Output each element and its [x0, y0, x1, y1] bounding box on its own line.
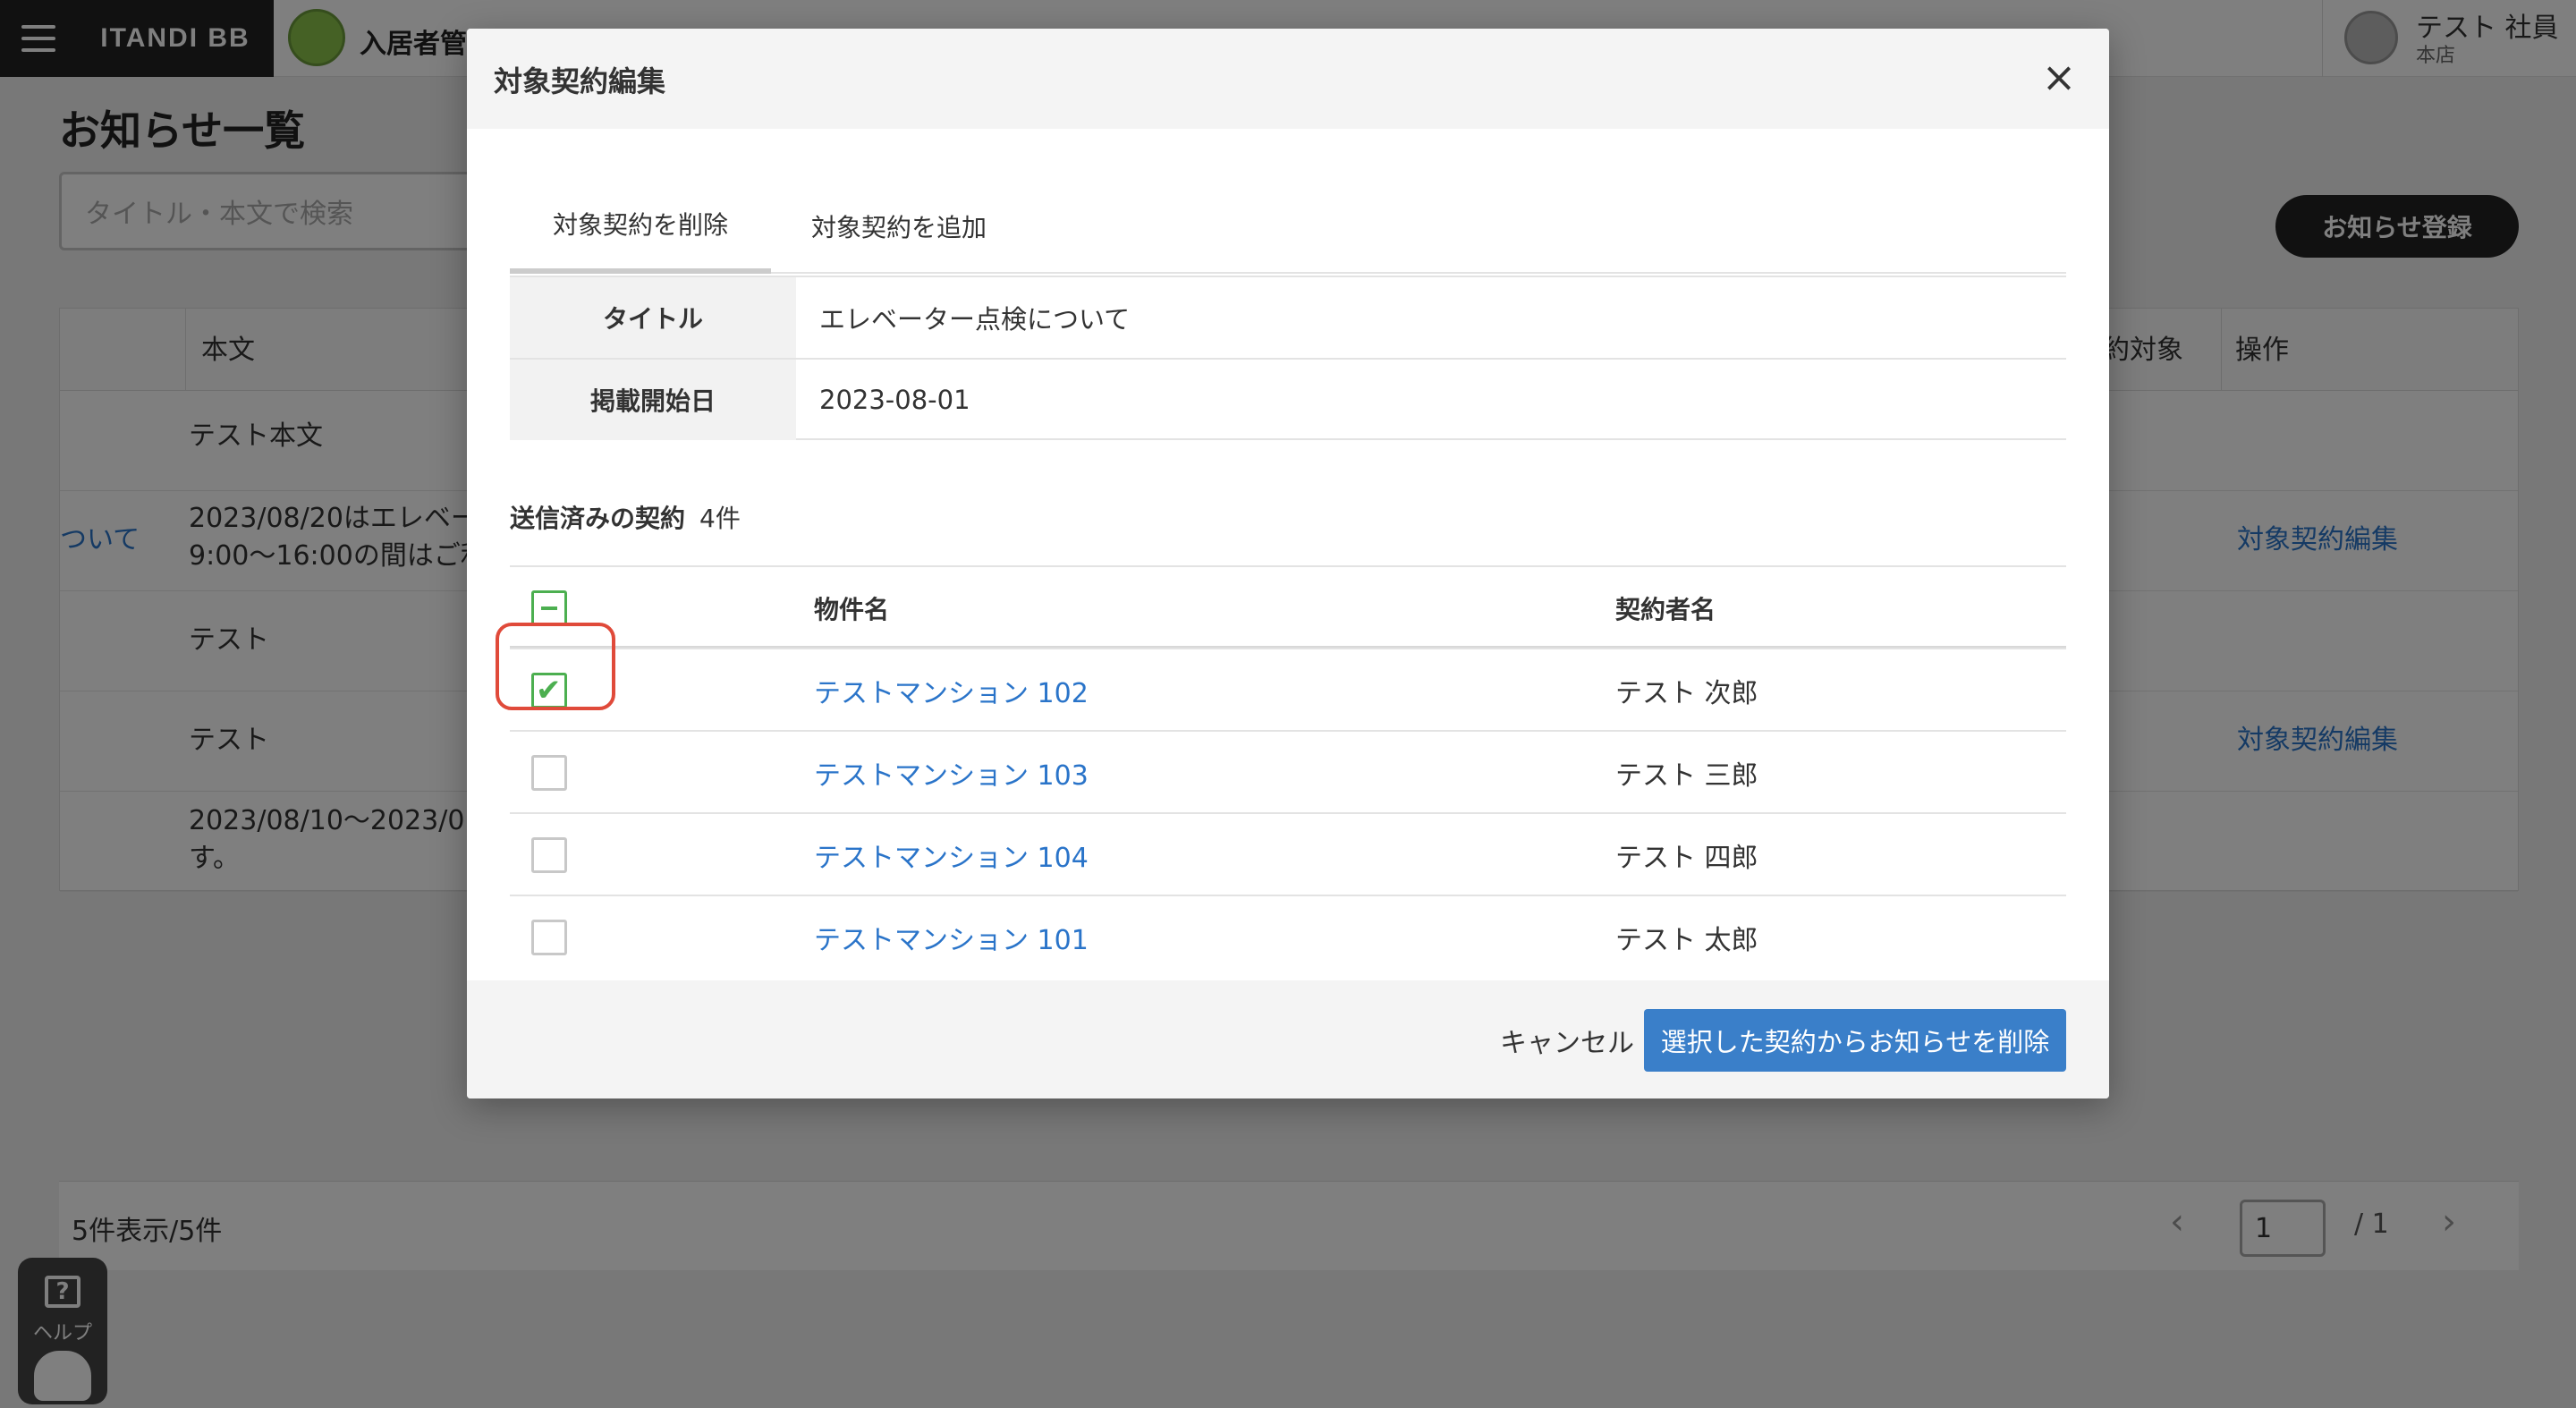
contractor-name: テスト 三郎	[1615, 760, 1758, 792]
column-header-contractor: 契約者名	[1615, 595, 1716, 624]
table-row: ✔ テストマンション 102 テスト 次郎	[510, 648, 2066, 730]
info-value-title: エレベーター点検について	[819, 304, 1131, 335]
column-header-property: 物件名	[814, 595, 890, 624]
table-row: テストマンション 103 テスト 三郎	[510, 730, 2066, 812]
property-link[interactable]: テストマンション 102	[814, 649, 1089, 732]
remove-notice-from-selected-button[interactable]: 選択した契約からお知らせを削除	[1644, 1009, 2066, 1072]
tab-remove-contracts[interactable]: 対象契約を削除	[510, 179, 771, 274]
tab-add-contracts[interactable]: 対象契約を追加	[771, 179, 1027, 274]
row-checkbox[interactable]	[531, 837, 567, 873]
contractor-name: テスト 四郎	[1615, 843, 1758, 874]
info-label-title: タイトル	[510, 277, 796, 358]
table-row: テストマンション 104 テスト 四郎	[510, 812, 2066, 895]
property-link[interactable]: テストマンション 103	[814, 732, 1089, 814]
contractor-name: テスト 次郎	[1615, 678, 1758, 709]
modal-header: 対象契約編集 ×	[467, 29, 2109, 129]
modal-tabs: 対象契約を削除 対象契約を追加	[510, 179, 2066, 274]
contractor-name: テスト 太郎	[1615, 925, 1758, 956]
select-all-checkbox[interactable]	[531, 590, 567, 626]
info-row-title: タイトル エレベーター点検について	[510, 276, 2066, 358]
contracts-table-header: 物件名 契約者名	[510, 565, 2066, 648]
close-icon[interactable]: ×	[2038, 55, 2080, 98]
row-checkbox[interactable]	[531, 920, 567, 955]
table-row: テストマンション 101 テスト 太郎	[510, 895, 2066, 977]
edit-target-contracts-modal: 対象契約編集 × 対象契約を削除 対象契約を追加 タイトル エレベーター点検につ…	[467, 29, 2109, 1098]
property-link[interactable]: テストマンション 104	[814, 814, 1089, 896]
cancel-button[interactable]: キャンセル	[1478, 1011, 1657, 1070]
sent-contracts-label: 送信済みの契約	[510, 504, 686, 533]
modal-footer: キャンセル 選択した契約からお知らせを削除	[467, 980, 2109, 1098]
indeterminate-icon	[541, 606, 557, 610]
highlight-annotation	[496, 623, 615, 710]
sent-contracts-count: 4件	[699, 504, 741, 533]
info-value-start-date: 2023-08-01	[819, 385, 970, 415]
info-row-start-date: 掲載開始日 2023-08-01	[510, 358, 2066, 440]
modal-title: 対象契約編集	[494, 64, 666, 98]
property-link[interactable]: テストマンション 101	[814, 896, 1089, 979]
info-label-start-date: 掲載開始日	[510, 360, 796, 440]
row-checkbox[interactable]	[531, 755, 567, 791]
